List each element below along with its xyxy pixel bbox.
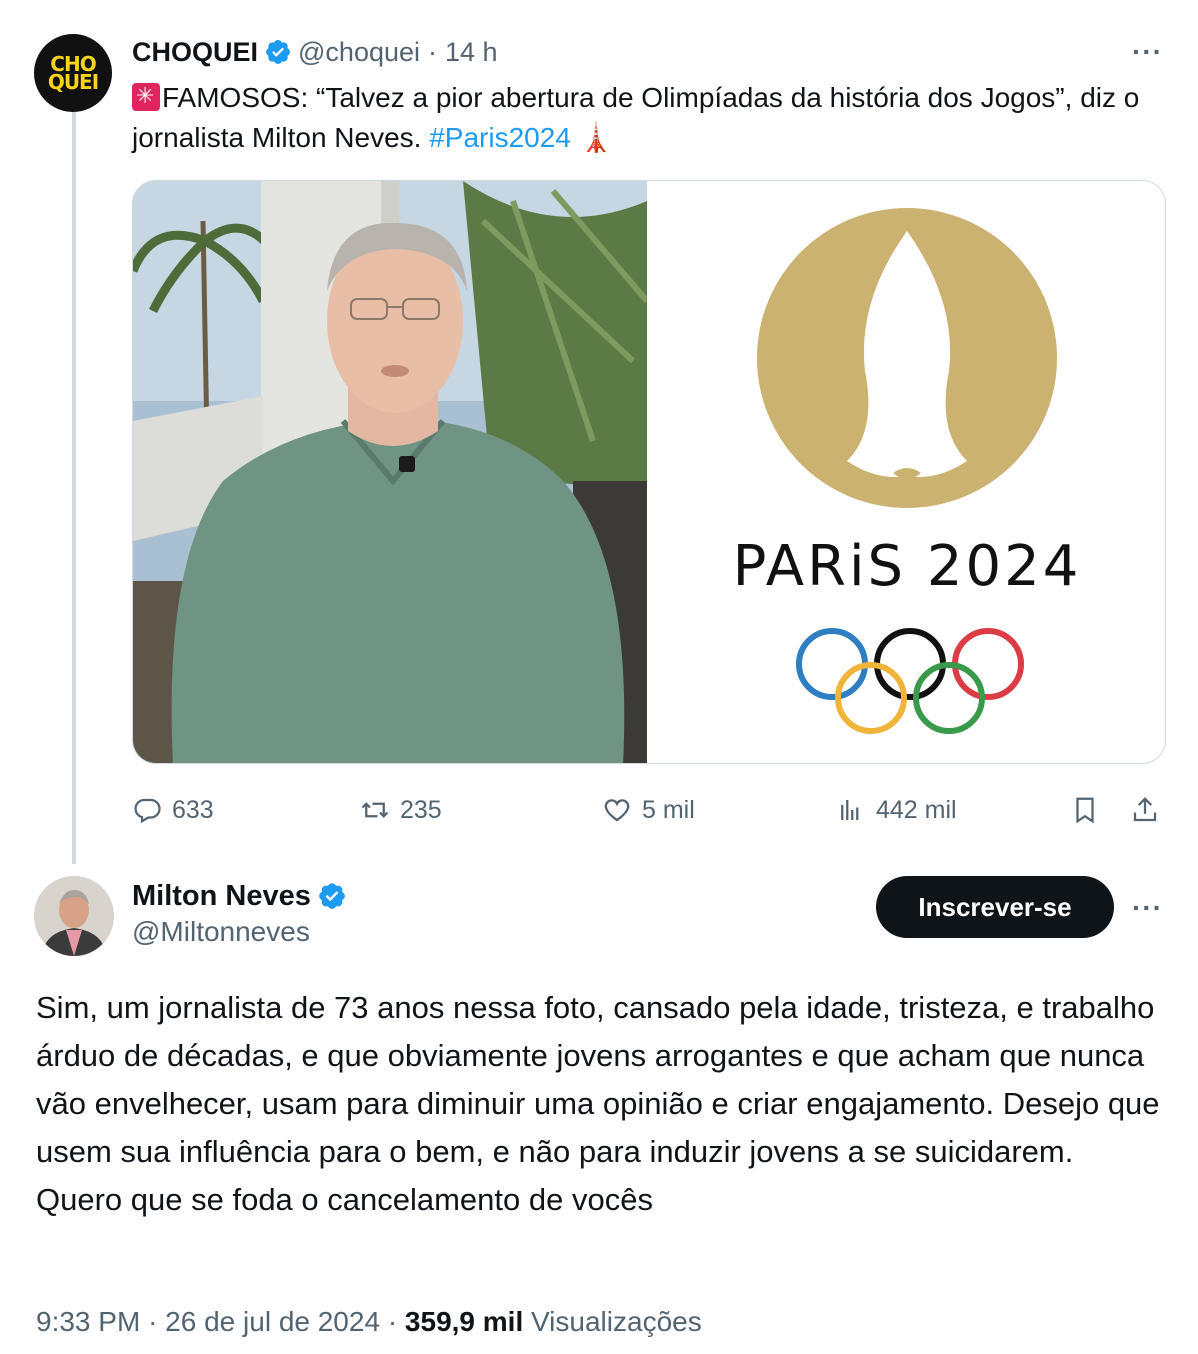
reply-icon <box>134 798 161 824</box>
tweet-date[interactable]: 26 de jul de 2024 <box>165 1306 380 1337</box>
like-button[interactable]: 5 mil <box>602 788 695 832</box>
analytics-icon <box>841 800 859 820</box>
milton-avatar-image <box>34 876 114 956</box>
parent-author-name[interactable]: CHOQUEI <box>132 37 258 68</box>
verified-badge-icon <box>319 883 345 909</box>
repost-count: 235 <box>400 795 442 824</box>
subscribe-button[interactable]: Inscrever-se <box>876 876 1114 938</box>
verified-badge-icon <box>266 40 290 64</box>
paris-2024-emblem: PARiS 2024 <box>733 208 1082 734</box>
hashtag-link[interactable]: #Paris2024 <box>429 122 571 153</box>
share-button[interactable] <box>1130 788 1170 832</box>
thread-connector-line <box>72 112 76 864</box>
paris-2024-logo[interactable]: PARiS 2024 <box>647 181 1165 763</box>
bookmark-icon <box>1076 797 1094 824</box>
parent-more-options-icon[interactable]: ··· <box>1132 36 1163 68</box>
parent-tweet-text: FAMOSOS: “Talvez a pior abertura de Olim… <box>132 78 1172 158</box>
header-separator: · <box>428 36 438 67</box>
main-tweet-metadata: 9:33 PM · 26 de jul de 2024 · 359,9 mil … <box>36 1306 702 1338</box>
choquei-logo-line2: QUEI <box>47 70 99 94</box>
views-total: 359,9 mil <box>404 1306 524 1337</box>
parent-tweet-media[interactable]: PARiS 2024 <box>132 180 1166 764</box>
main-more-options-icon[interactable]: ··· <box>1132 892 1163 924</box>
milton-photo[interactable] <box>133 181 647 763</box>
share-icon <box>1133 797 1157 822</box>
main-tweet-text: Sim, um jornalista de 73 anos nessa foto… <box>36 990 1160 1217</box>
parent-tweet-actions: 633 235 5 mil 442 mil <box>132 788 1172 832</box>
views-label: Visualizações <box>531 1306 702 1337</box>
like-count: 5 mil <box>642 795 695 824</box>
eiffel-tower-emoji: 🗼 <box>578 122 614 153</box>
main-author-handle[interactable]: @Miltonneves <box>132 916 310 948</box>
parent-tweet-time[interactable]: 14 h <box>445 37 498 68</box>
parent-tweet-body: FAMOSOS: “Talvez a pior abertura de Olim… <box>132 82 1140 153</box>
bookmark-button[interactable] <box>1070 788 1110 832</box>
main-tweet-header: Milton Neves <box>132 876 353 916</box>
repost-icon <box>361 802 389 818</box>
meta-separator: · <box>387 1306 398 1337</box>
repost-button[interactable]: 235 <box>360 788 442 832</box>
reply-button[interactable]: 633 <box>132 788 214 832</box>
paris-2024-wordmark: PARiS 2024 <box>733 534 1082 599</box>
choquei-avatar[interactable]: CHO QUEI <box>34 34 112 112</box>
views-count: 442 mil <box>876 795 957 824</box>
choquei-logo: CHO QUEI <box>42 42 104 104</box>
parent-tweet-header: CHOQUEI @choquei · 14 h <box>132 34 498 70</box>
heart-icon <box>604 799 630 822</box>
meta-separator: · <box>148 1306 158 1337</box>
parent-author-handle[interactable]: @choquei <box>298 37 420 68</box>
tweet-time[interactable]: 9:33 PM <box>36 1306 140 1337</box>
views-button[interactable]: 442 mil <box>836 788 957 832</box>
reply-count: 633 <box>172 795 214 824</box>
siren-emoji-icon <box>132 82 160 111</box>
main-author-name[interactable]: Milton Neves <box>132 880 311 913</box>
milton-photo-illustration <box>133 181 647 763</box>
milton-avatar[interactable] <box>34 876 114 956</box>
